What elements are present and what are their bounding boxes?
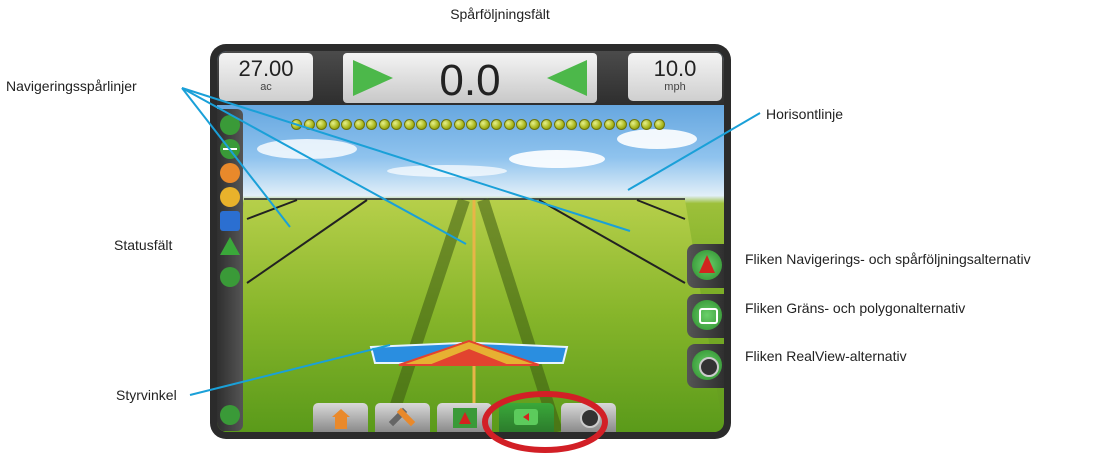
lightbar-led	[491, 119, 502, 130]
lightbar-led	[328, 119, 340, 130]
realview-tab[interactable]	[687, 344, 724, 388]
lightbar-led	[416, 119, 427, 130]
steering-angle-indicator	[369, 339, 569, 366]
lightbar-led	[391, 119, 402, 130]
lightbar-led	[353, 119, 365, 130]
settings-tab[interactable]	[375, 403, 430, 432]
guidance-tab[interactable]	[687, 244, 724, 288]
steering-angle-callout-label: Styrvinkel	[116, 387, 177, 403]
realview-tab-icon	[692, 350, 722, 380]
area-readout[interactable]: 27.00 ac	[219, 53, 313, 101]
lightbar-led	[503, 119, 515, 130]
lightbar-led	[653, 119, 665, 130]
steer-right-arrow-icon	[547, 60, 587, 96]
lightbar-led	[341, 119, 352, 130]
guidance-view-icon	[453, 408, 477, 428]
lightbar-led	[303, 119, 315, 130]
lightbar-led	[528, 119, 540, 130]
lightbar-led	[578, 119, 590, 130]
lightbar-led	[516, 119, 527, 130]
horizon-callout-label: Horisontlinje	[766, 106, 844, 122]
guidance-screen: 27.00 ac 0.0 10.0 mph	[217, 51, 724, 432]
tilt-status-icon[interactable]	[220, 405, 240, 425]
field-view-icon	[514, 409, 538, 425]
lightbar-led	[478, 119, 490, 130]
lightbar-led	[541, 119, 552, 130]
section-status-icon[interactable]	[220, 211, 240, 231]
lightbar-callout-label: Spårföljningsfält	[450, 6, 550, 22]
lightbar-led	[403, 119, 415, 130]
display-device: 27.00 ac 0.0 10.0 mph	[210, 44, 731, 439]
lightbar-led	[366, 119, 377, 130]
bottom-tab-bar	[313, 403, 623, 432]
guideline-status-icon[interactable]	[220, 139, 240, 159]
area-unit: ac	[260, 81, 272, 93]
top-bar: 27.00 ac 0.0 10.0 mph	[217, 51, 724, 105]
guidance-view-tab[interactable]	[437, 403, 492, 432]
lightbar-led	[378, 119, 390, 130]
lightbar	[291, 117, 666, 135]
guidance-tab-callout-label: Fliken Navigerings- och spårföljningsalt…	[745, 251, 1031, 267]
guidelines-callout-label: Navigeringsspårlinjer	[6, 78, 137, 94]
lightbar-led	[641, 119, 652, 130]
speed-value: 10.0	[653, 56, 697, 81]
lightbar-led	[441, 119, 452, 130]
boundary-tab[interactable]	[687, 294, 724, 338]
lightbar-led	[428, 119, 440, 130]
home-tab[interactable]	[313, 403, 368, 432]
lightbar-led	[566, 119, 577, 130]
speed-readout[interactable]: 10.0 mph	[628, 53, 722, 101]
lightbar-led	[453, 119, 465, 130]
guidance-tab-icon	[692, 250, 722, 280]
boom-status-icon[interactable]	[220, 237, 240, 255]
guidance-mode-icon[interactable]	[220, 163, 240, 183]
boundary-tab-icon	[692, 300, 722, 330]
lightbar-led	[466, 119, 477, 130]
lightbar-led	[591, 119, 602, 130]
area-value: 27.00	[238, 56, 294, 81]
lightbar-led	[316, 119, 327, 130]
speed-unit: mph	[664, 81, 686, 93]
realview-view-tab[interactable]	[561, 403, 616, 432]
status-bar[interactable]	[217, 109, 243, 431]
lightbar-led	[603, 119, 615, 130]
application-status-icon[interactable]	[220, 267, 240, 287]
lightbar-led	[616, 119, 627, 130]
lightbar-led	[628, 119, 640, 130]
realview-tab-callout-label: Fliken RealView-alternativ	[745, 348, 907, 364]
field-scene	[217, 129, 724, 432]
camera-icon	[580, 408, 600, 428]
cross-track-readout: 0.0	[343, 53, 597, 105]
gnss-status-icon[interactable]	[220, 115, 240, 135]
boundary-tab-callout-label: Fliken Gräns- och polygonalternativ	[745, 300, 966, 316]
field-view-tab[interactable]	[499, 403, 554, 432]
statusbar-callout-label: Statusfält	[114, 237, 173, 253]
lightbar-led	[291, 119, 302, 130]
steering-status-icon[interactable]	[220, 187, 240, 207]
home-icon	[332, 409, 350, 417]
lightbar-led	[553, 119, 565, 130]
